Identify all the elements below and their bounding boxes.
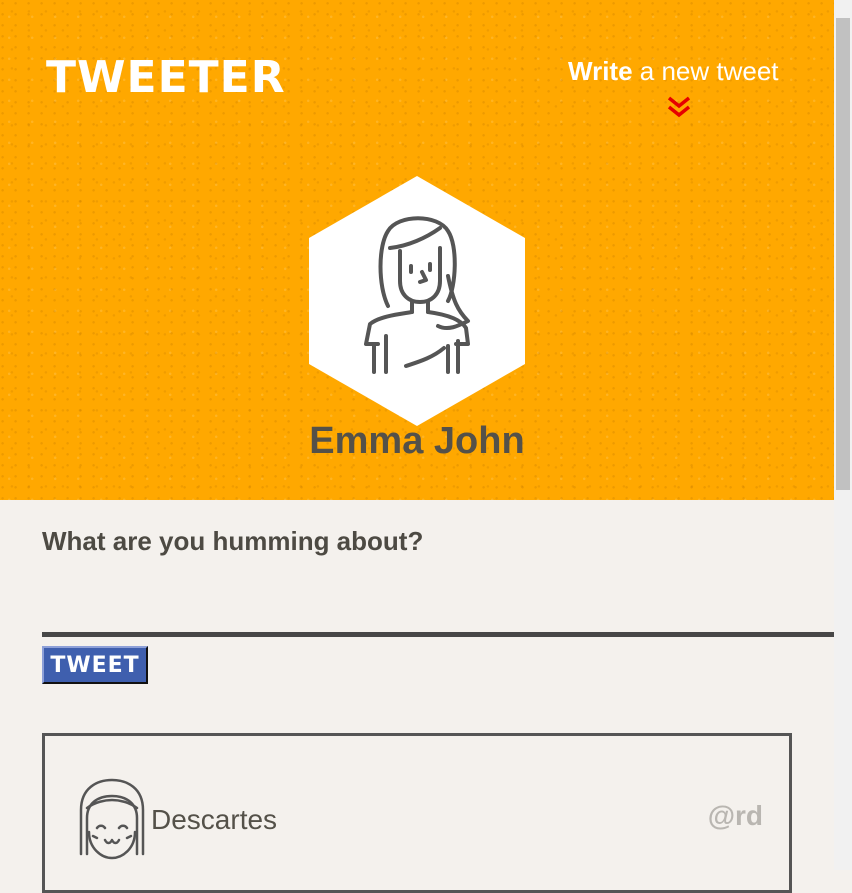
write-link-strong: Write: [568, 56, 633, 86]
page-scrollbar[interactable]: [834, 0, 852, 870]
tweet-author-name: Descartes: [151, 804, 278, 835]
profile-name: Emma John: [309, 420, 525, 462]
tweet-card: Descartes @rd: [42, 733, 792, 893]
scrollbar-thumb[interactable]: [836, 18, 850, 490]
app-logo[interactable]: TWEETER: [46, 56, 286, 100]
write-link-rest: a new tweet: [632, 56, 779, 86]
profile-header: TWEETER Write a new tweet Emma John: [0, 0, 834, 500]
tweet-submit-button[interactable]: TWEET: [42, 646, 148, 684]
girl-avatar-icon: [79, 778, 145, 860]
tweet-text-input[interactable]: [42, 580, 834, 637]
write-new-tweet-link[interactable]: Write a new tweet: [568, 58, 798, 84]
double-chevron-down-icon[interactable]: [666, 95, 692, 119]
tweet-author-handle: @rd: [707, 800, 763, 831]
compose-prompt-label: What are you humming about?: [42, 526, 424, 556]
woman-avatar-icon: [309, 176, 525, 426]
